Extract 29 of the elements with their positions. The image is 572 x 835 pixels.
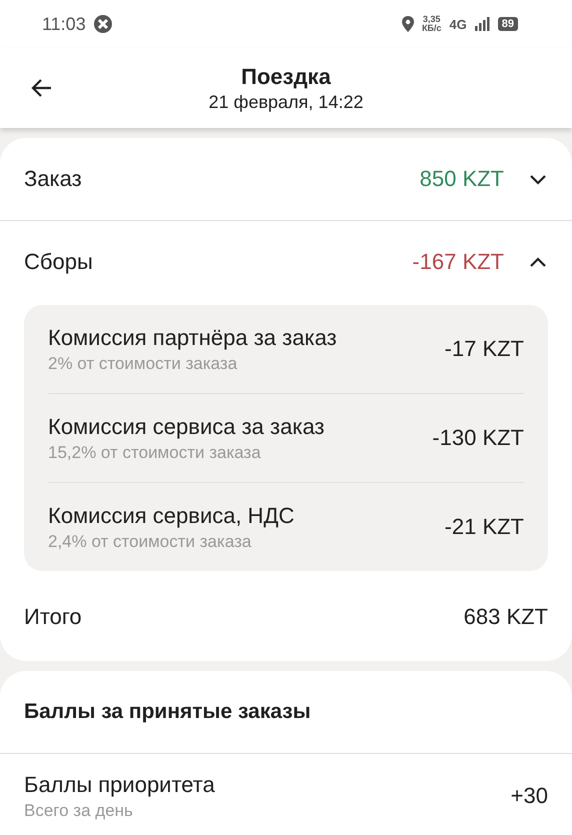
fee-label: Комиссия сервиса за заказ bbox=[48, 414, 326, 440]
notification-icon bbox=[94, 15, 112, 33]
fee-amount: -21 KZT bbox=[444, 514, 524, 540]
fare-amount: 850 KZT bbox=[420, 166, 504, 192]
speed-unit: КБ/с bbox=[422, 24, 442, 33]
signal-icon bbox=[474, 17, 490, 31]
fee-label: Комиссия партнёра за заказ bbox=[48, 324, 338, 350]
points-note: Всего за день bbox=[24, 800, 134, 820]
section-title: Баллы за принятые заказы bbox=[24, 700, 311, 724]
trip-date: 21 февраля, 14:22 bbox=[208, 92, 364, 112]
speed-value: 3,35 bbox=[422, 15, 440, 24]
fee-note: 2,4% от стоимости заказа bbox=[48, 532, 252, 552]
location-icon bbox=[402, 16, 414, 32]
status-time: 11:03 bbox=[42, 14, 86, 34]
fee-note: 2% от стоимости заказа bbox=[48, 354, 238, 374]
points-label: Баллы приоритета bbox=[24, 772, 216, 798]
fare-amount: -167 KZT bbox=[412, 249, 504, 275]
fee-amount: -17 KZT bbox=[444, 336, 524, 362]
fee-amount: -130 KZT bbox=[432, 425, 524, 451]
total-amount: 683 KZT bbox=[464, 604, 548, 630]
battery-level: 89 bbox=[498, 17, 518, 31]
fee-label: Комиссия сервиса, НДС bbox=[48, 502, 296, 528]
fare-label: Сборы bbox=[24, 249, 94, 275]
page-title: Поездка bbox=[241, 64, 331, 90]
fare-label: Заказ bbox=[24, 166, 83, 192]
points-amount: +30 bbox=[510, 783, 548, 809]
fee-note: 15,2% от стоимости заказа bbox=[48, 442, 262, 462]
total-label: Итого bbox=[24, 604, 83, 630]
network-type: 4G bbox=[449, 16, 467, 32]
